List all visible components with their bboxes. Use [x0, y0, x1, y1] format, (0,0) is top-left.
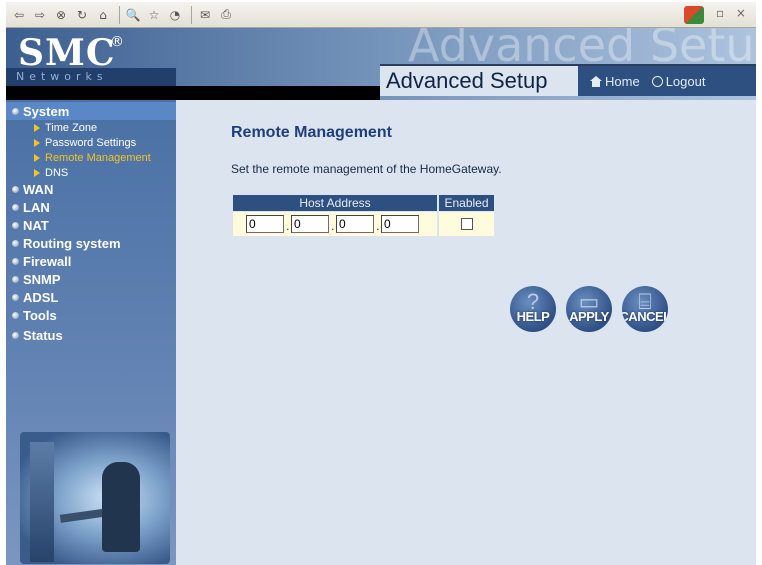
apply-button-label: APPLY — [569, 309, 609, 324]
column-header-host-address: Host Address — [233, 195, 437, 211]
help-button[interactable]: ? HELP — [510, 286, 556, 332]
home-link-label: Home — [605, 73, 640, 89]
sidebar-item-label: SNMP — [23, 271, 61, 287]
back-icon[interactable]: ⇦ — [10, 6, 28, 24]
toolbar-separator — [191, 5, 192, 24]
sidebar-subitem-time-zone[interactable]: Time Zone — [6, 120, 176, 135]
bullet-icon — [12, 107, 19, 115]
sidebar-item-label: Firewall — [23, 253, 72, 269]
sidebar-item-wan[interactable]: WAN — [6, 180, 176, 198]
bullet-icon — [12, 185, 19, 193]
cancel-button-label: CANCEL — [622, 309, 668, 324]
sidebar-subitem-label: Password Settings — [45, 136, 137, 149]
sidebar-item-label: LAN — [23, 199, 50, 215]
photo-person — [102, 462, 140, 552]
ip-octet-1-input[interactable] — [246, 215, 284, 233]
bullet-icon — [12, 203, 19, 211]
bullet-icon — [12, 293, 19, 301]
bullet-icon — [12, 311, 19, 319]
ip-octet-4-input[interactable] — [381, 215, 419, 233]
arrow-icon — [34, 123, 40, 132]
sidebar-subitem-remote-management[interactable]: Remote Management — [6, 150, 176, 165]
main-content: Remote Management Set the remote managem… — [176, 100, 756, 565]
toolbar-separator — [119, 5, 120, 24]
refresh-icon[interactable]: ↻ — [73, 6, 91, 24]
section-title: Advanced Setup — [386, 68, 548, 93]
header: Advanced Setup SMC ® Networks Advanced S… — [6, 28, 756, 100]
search-icon[interactable]: 🔍 — [124, 6, 142, 24]
bullet-icon — [12, 221, 19, 229]
sidebar-subitem-label: Time Zone — [45, 121, 98, 134]
sidebar-item-label: WAN — [23, 181, 54, 197]
page-section-tab: Advanced Setup — [380, 66, 578, 96]
app-frame: Advanced Setup SMC ® Networks Advanced S… — [6, 28, 756, 565]
forward-icon[interactable]: ⇨ — [31, 6, 49, 24]
bullet-icon — [12, 257, 19, 265]
sidebar-subitem-label: DNS — [45, 166, 69, 179]
sidebar-item-nat[interactable]: NAT — [6, 216, 176, 234]
networks-label: Networks — [6, 68, 176, 86]
logout-link-label: Logout — [665, 73, 706, 89]
arrow-icon — [34, 138, 40, 147]
sidebar-item-lan[interactable]: LAN — [6, 198, 176, 216]
header-black-bar — [6, 86, 380, 100]
header-nav: Home Logout — [578, 66, 756, 96]
ip-octet-3-input[interactable] — [336, 215, 374, 233]
stop-icon[interactable]: ⊗ — [52, 6, 70, 24]
window-controls[interactable]: – ▫ × — [698, 6, 750, 20]
sidebar-item-label: Tools — [23, 307, 57, 323]
sidebar-subitem-label: Remote Management — [45, 151, 151, 164]
arrow-icon — [34, 168, 40, 177]
home-toolbar-icon[interactable]: ⌂ — [94, 6, 112, 24]
sidebar-item-label: ADSL — [23, 289, 59, 305]
sidebar-subitem-password-settings[interactable]: Password Settings — [6, 135, 176, 150]
logout-link[interactable]: Logout — [651, 73, 706, 89]
cancel-button[interactable]: ⌸ CANCEL — [622, 286, 668, 332]
sidebar-item-label: NAT — [23, 217, 49, 233]
home-icon — [590, 75, 602, 87]
bullet-icon — [12, 239, 19, 247]
logout-icon — [651, 75, 663, 87]
sidebar-menu: System Time Zone Password Settings Remot… — [6, 102, 176, 344]
help-button-label: HELP — [516, 309, 550, 324]
sidebar-item-routing-system[interactable]: Routing system — [6, 234, 176, 252]
enabled-checkbox[interactable] — [461, 218, 473, 230]
sidebar: System Time Zone Password Settings Remot… — [6, 100, 176, 565]
column-header-enabled: Enabled — [439, 195, 494, 211]
sidebar-item-status[interactable]: Status — [6, 326, 176, 344]
arrow-icon — [34, 153, 40, 162]
enabled-cell — [439, 212, 494, 236]
mail-icon[interactable]: ✉ — [196, 6, 214, 24]
home-link[interactable]: Home — [590, 74, 640, 89]
sidebar-item-label: Status — [23, 327, 63, 343]
sidebar-photo — [20, 432, 170, 564]
photo-server-rack — [30, 442, 54, 562]
ip-dot: . — [286, 220, 290, 233]
sidebar-item-firewall[interactable]: Firewall — [6, 252, 176, 270]
sidebar-item-snmp[interactable]: SNMP — [6, 270, 176, 288]
ip-octet-2-input[interactable] — [291, 215, 329, 233]
sidebar-item-system[interactable]: System — [6, 102, 176, 120]
sidebar-item-label: Routing system — [23, 235, 121, 251]
sidebar-item-adsl[interactable]: ADSL — [6, 288, 176, 306]
host-address-cell: . . . — [233, 212, 437, 236]
apply-button[interactable]: ▭ APPLY — [566, 286, 612, 332]
ip-dot: . — [376, 220, 380, 233]
sidebar-item-label: System — [23, 103, 70, 119]
ip-dot: . — [331, 220, 335, 233]
favorites-icon[interactable]: ☆ — [145, 6, 163, 24]
print-icon[interactable]: ⎙ — [217, 6, 235, 24]
page-description: Set the remote management of the HomeGat… — [231, 162, 502, 176]
bullet-icon — [12, 331, 19, 339]
bullet-icon — [12, 275, 19, 283]
remote-management-table: Host Address Enabled . . . — [233, 195, 495, 237]
sidebar-subitem-dns[interactable]: DNS — [6, 165, 176, 180]
browser-toolbar: ⇦ ⇨ ⊗ ↻ ⌂ 🔍 ☆ ◔ ✉ ⎙ – ▫ × — [6, 2, 756, 28]
sidebar-item-tools[interactable]: Tools — [6, 306, 176, 324]
registered-mark: ® — [110, 34, 124, 50]
page-title: Remote Management — [231, 124, 392, 141]
history-icon[interactable]: ◔ — [166, 6, 184, 24]
